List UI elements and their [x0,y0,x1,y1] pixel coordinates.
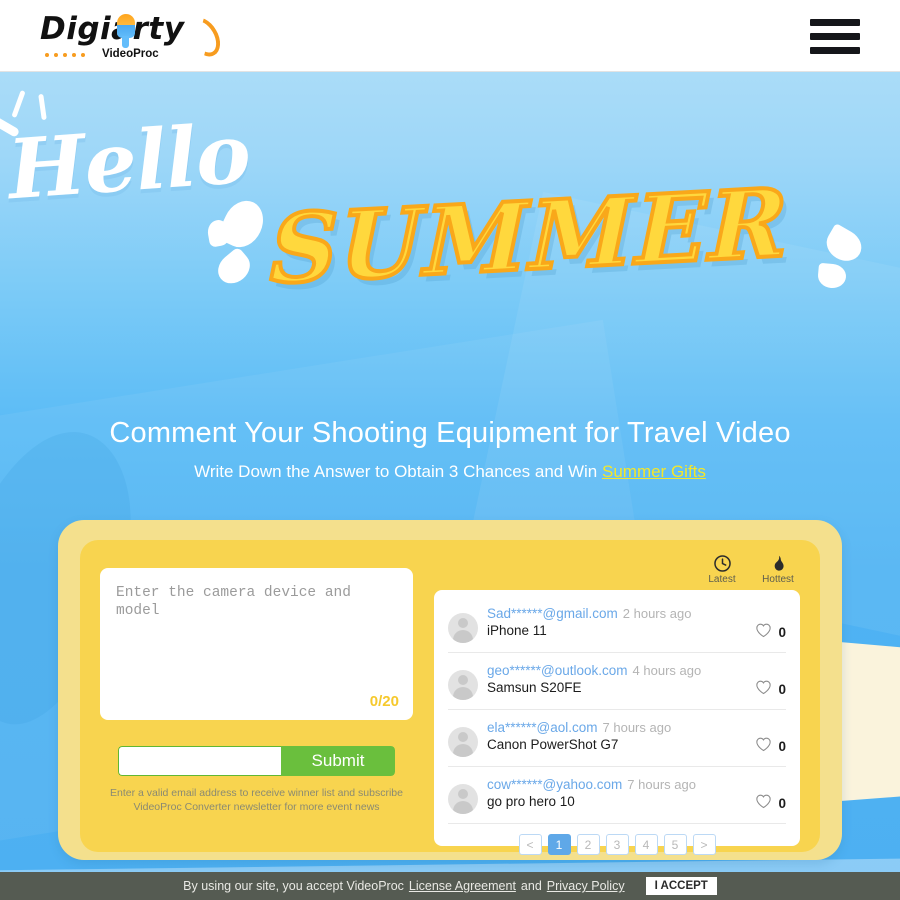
comment-item: geo******@outlook.com 4 hours ago Samsun … [448,653,786,710]
comment-text: Canon PowerShot G7 [487,737,619,752]
site-logo[interactable]: Digiarty VideoProc [40,11,227,63]
comment-item: ela******@aol.com 7 hours ago Canon Power… [448,710,786,767]
comment-item: cow******@yahoo.com 7 hours ago go pro he… [448,767,786,824]
summer-gifts-link[interactable]: Summer Gifts [602,462,706,481]
comment-timestamp: 4 hours ago [632,663,702,678]
comment-form-panel: Enter the camera device and model 0/20 S… [100,568,413,832]
form-hint-line1: Enter a valid email address to receive w… [110,787,403,799]
avatar [448,784,478,814]
avatar [448,727,478,757]
like-count: 0 [778,796,786,811]
comment-timestamp: 7 hours ago [627,777,696,792]
flame-icon [769,554,788,573]
cookie-conjunction: and [520,879,542,893]
comment-author-email[interactable]: cow******@yahoo.com [487,777,622,792]
page-title: Comment Your Shooting Equipment for Trav… [109,417,791,449]
comments-panel: Latest Hottest Sad******@gmail.com 2 hou… [434,554,800,855]
heart-icon [755,622,772,643]
comment-textarea-placeholder: Enter the camera device and model [116,585,351,619]
splash-mark-icon [11,89,26,119]
comment-list: Sad******@gmail.com 2 hours ago iPhone 11… [434,590,800,855]
heart-icon [755,736,772,757]
comment-timestamp: 7 hours ago [602,720,672,735]
tab-latest-label: Latest [708,574,736,585]
clock-icon [713,554,732,573]
hero-banner: Hello SUMMER Comment Your Shooting Equip… [0,72,900,900]
tab-hottest-label: Hottest [762,574,794,585]
comment-text: go pro hero 10 [487,794,575,809]
pagination-next[interactable]: > [692,834,716,855]
comment-meta: ela******@aol.com 7 hours ago [487,719,749,736]
submit-row: Submit [118,746,395,776]
cookie-consent-bar: By using our site, you accept VideoProc … [0,872,900,900]
tab-latest[interactable]: Latest [702,554,742,585]
like-button[interactable]: 0 [755,736,786,757]
pagination-page-4[interactable]: 4 [634,834,658,855]
heart-icon [755,679,772,700]
like-button[interactable]: 0 [755,622,786,643]
like-button[interactable]: 0 [755,793,786,814]
character-counter: 0/20 [369,693,399,710]
comment-body: Sad******@gmail.com 2 hours ago iPhone 11 [487,605,755,640]
hero-script-text: Hello [4,105,253,219]
comment-item: Sad******@gmail.com 2 hours ago iPhone 11… [448,596,786,653]
logo-subtext: VideoProc [102,48,159,60]
site-header: Digiarty VideoProc [0,0,900,72]
comment-timestamp: 2 hours ago [622,606,692,621]
comment-body: cow******@yahoo.com 7 hours ago go pro he… [487,776,755,811]
pagination: < 1 2 3 4 5 > [448,824,786,855]
splash-mark-icon [38,93,47,121]
popsicle-icon [114,14,137,48]
comment-author-email[interactable]: geo******@outlook.com [487,663,628,678]
subtitle-text: Write Down the Answer to Obtain 3 Chance… [194,462,602,481]
comment-meta: geo******@outlook.com 4 hours ago [487,662,749,679]
accept-cookies-button[interactable]: I ACCEPT [645,877,717,895]
avatar [448,670,478,700]
logo-dots-icon [45,53,85,57]
pagination-page-5[interactable]: 5 [663,834,687,855]
comment-author-email[interactable]: ela******@aol.com [487,720,598,735]
comment-textarea-wrapper[interactable]: Enter the camera device and model 0/20 [100,568,413,720]
license-agreement-link[interactable]: License Agreement [409,879,516,893]
email-field[interactable] [118,746,281,776]
like-count: 0 [778,682,786,697]
pagination-page-2[interactable]: 2 [576,834,600,855]
sort-tabs: Latest Hottest [702,554,798,585]
privacy-policy-link[interactable]: Privacy Policy [547,879,625,893]
tab-hottest[interactable]: Hottest [758,554,798,585]
pagination-prev[interactable]: < [518,834,542,855]
comment-text: Samsun S20FE [487,680,582,695]
comment-text: iPhone 11 [487,623,547,638]
comment-meta: cow******@yahoo.com 7 hours ago [487,776,749,793]
hamburger-menu-icon[interactable] [810,16,860,56]
heart-icon [755,793,772,814]
form-hint-line2: VideoProc Converter newsletter for more … [133,801,380,813]
submit-button[interactable]: Submit [281,746,395,776]
page-subtitle: Write Down the Answer to Obtain 3 Chance… [0,462,900,482]
event-card-inner: Enter the camera device and model 0/20 S… [80,540,820,855]
like-count: 0 [778,739,786,754]
comment-body: geo******@outlook.com 4 hours ago Samsun … [487,662,755,697]
form-hint: Enter a valid email address to receive w… [100,786,413,814]
avatar [448,613,478,643]
pagination-page-3[interactable]: 3 [605,834,629,855]
comment-meta: Sad******@gmail.com 2 hours ago [487,605,749,622]
water-drop-icon [211,246,257,290]
like-count: 0 [778,625,786,640]
pagination-page-1[interactable]: 1 [547,834,571,855]
cookie-text-prefix: By using our site, you accept VideoProc [183,879,404,893]
comment-author-email[interactable]: Sad******@gmail.com [487,606,618,621]
comment-body: ela******@aol.com 7 hours ago Canon Power… [487,719,755,754]
like-button[interactable]: 0 [755,679,786,700]
event-card: Enter the camera device and model 0/20 S… [58,520,842,860]
